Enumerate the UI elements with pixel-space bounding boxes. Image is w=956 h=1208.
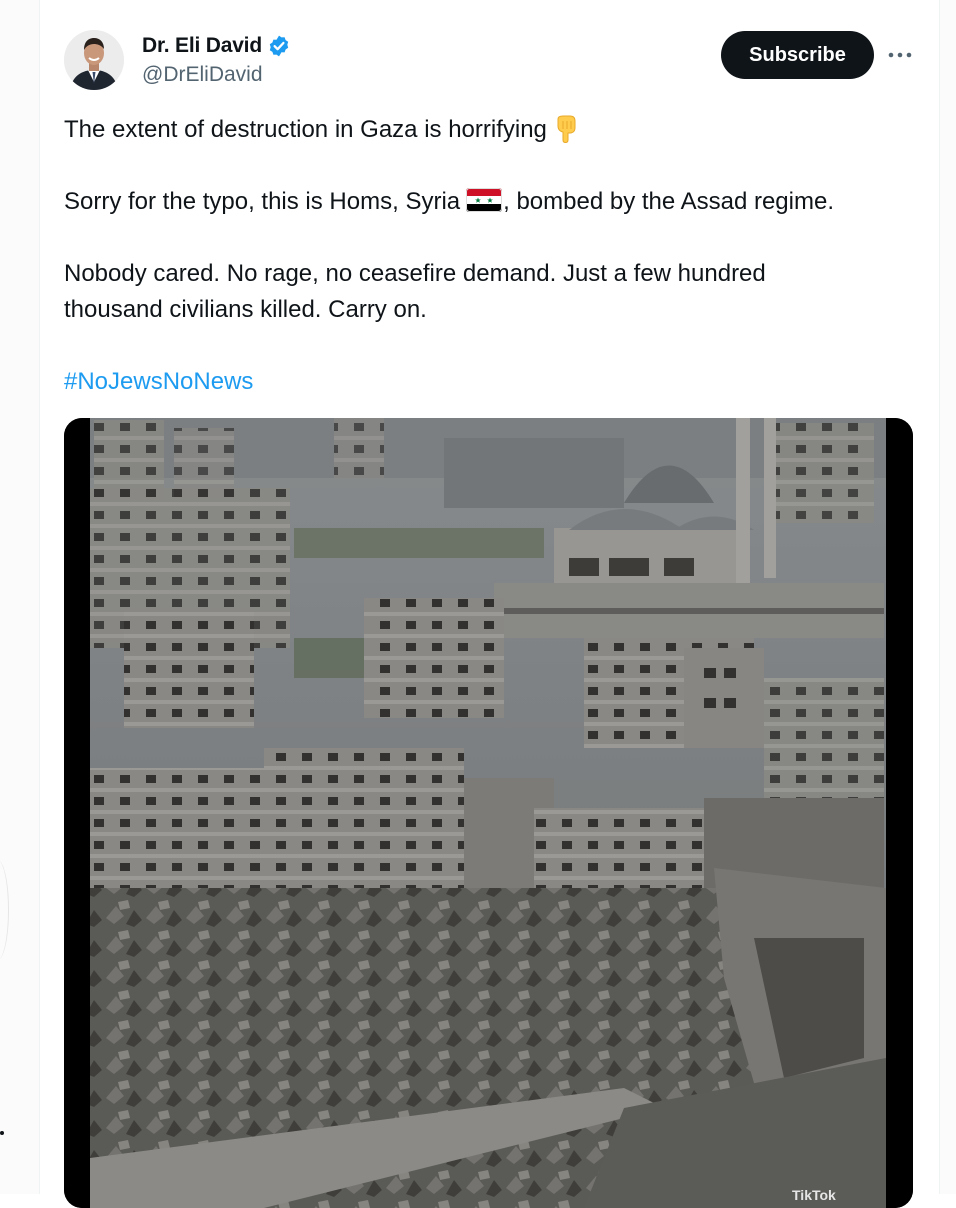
pointing-down-emoji-icon (555, 115, 577, 144)
tweet-text-line-1: The extent of destruction in Gaza is hor… (64, 112, 577, 148)
tweet-line-2-text-a: Sorry for the typo, this is Homs, Syria (64, 188, 461, 215)
verified-badge-icon[interactable] (267, 34, 291, 58)
tweet-line-2-text-b: , bombed by the Assad regime. (503, 188, 834, 215)
subscribe-button[interactable]: Subscribe (721, 31, 874, 79)
hashtag-link[interactable]: #NoJewsNoNews (64, 364, 253, 400)
user-handle[interactable]: @DrEliDavid (142, 63, 291, 87)
tweet-card: Dr. Eli David @DrEliDavid Subscribe The … (39, 0, 940, 1208)
tweet-text-line-2: Sorry for the typo, this is Homs, Syria … (64, 184, 834, 220)
tweet-line-1-text: The extent of destruction in Gaza is hor… (64, 116, 547, 143)
author-block: Dr. Eli David @DrEliDavid (142, 33, 291, 87)
page-margin-left (0, 0, 39, 1194)
svg-text:TikTok: TikTok (792, 1187, 836, 1203)
tweet-text-line-4: thousand civilians killed. Carry on. (64, 296, 427, 323)
syria-flag-icon (466, 187, 503, 212)
display-name[interactable]: Dr. Eli David (142, 34, 262, 58)
tweet-video[interactable]: TikTok (64, 418, 913, 1208)
ruined-city-image (90, 418, 886, 1208)
tiktok-watermark: TikTok (792, 1187, 836, 1203)
side-dot (0, 1131, 4, 1135)
page-margin-right (938, 0, 956, 1194)
avatar[interactable] (64, 30, 124, 90)
video-frame: TikTok (64, 418, 913, 1208)
more-horizontal-icon[interactable] (886, 43, 914, 67)
tweet-text-line-3: Nobody cared. No rage, no ceasefire dema… (64, 260, 766, 287)
